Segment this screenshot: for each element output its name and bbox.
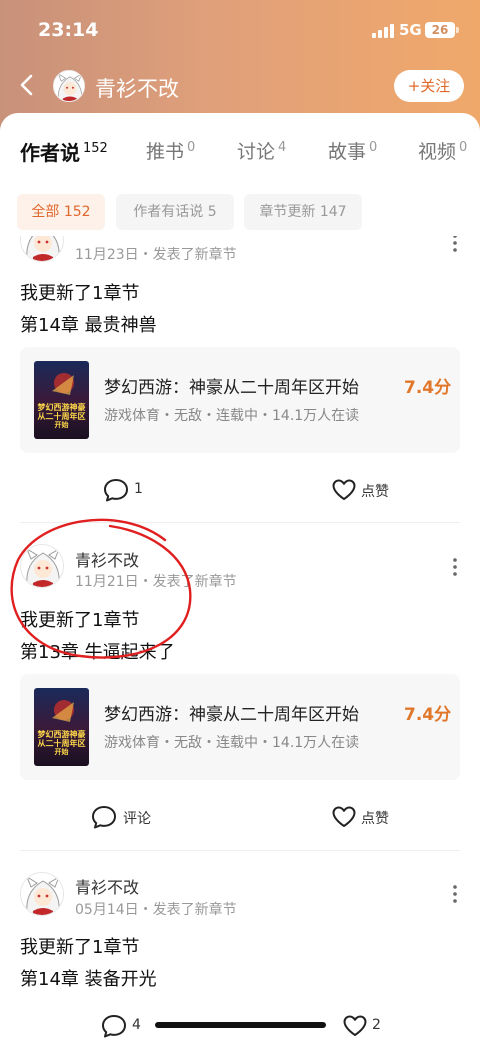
tab-recommend[interactable]: 推书 0 (146, 137, 195, 164)
post-author-name[interactable]: 青衫不改 (75, 874, 139, 898)
more-options-icon[interactable] (448, 556, 462, 578)
avatar-illustration-icon (21, 236, 63, 261)
author-name-title: 青衫不改 (95, 77, 179, 101)
author-avatar[interactable] (53, 70, 85, 102)
home-indicator[interactable] (155, 1022, 326, 1028)
post-text-line: 我更新了1章节 (20, 937, 140, 958)
post-meta: 11月21日・发表了新章节 (75, 574, 237, 590)
tab-author-says[interactable]: 作者说 152 (20, 137, 108, 166)
divider (20, 850, 460, 851)
post-chapter-line: 第13章 牛逼起来了 (20, 642, 175, 663)
heart-icon (343, 1015, 367, 1036)
avatar-illustration-icon (54, 71, 84, 101)
post-avatar[interactable] (20, 236, 64, 262)
post-chapter-line: 第14章 最贵神兽 (20, 315, 157, 336)
battery-tip (456, 27, 459, 33)
avatar-illustration-icon (21, 873, 63, 915)
cover-title-3: 开始 (54, 421, 69, 429)
cover-title-1: 梦幻西游神豪 (37, 730, 86, 739)
tab-count: 4 (278, 139, 287, 155)
heart-icon (332, 479, 356, 500)
comment-button[interactable]: 4 (101, 1013, 151, 1039)
book-info: 游戏体育・无敌・连载中・14.1万人在读 (104, 408, 360, 424)
like-button[interactable]: 点赞 (331, 477, 401, 503)
book-card[interactable]: 梦幻西游神豪 从二十周年区 开始 梦幻西游：神豪从二十周年区开始 游戏体育・无敌… (20, 347, 460, 453)
like-label: 点赞 (361, 811, 389, 827)
tab-label: 作者说 (20, 141, 80, 165)
cover-title-2: 从二十周年区 (37, 739, 86, 748)
post-avatar[interactable] (20, 544, 64, 588)
more-options-icon[interactable] (448, 236, 462, 254)
book-title: 梦幻西游：神豪从二十周年区开始 (104, 378, 359, 398)
tab-video[interactable]: 视频 0 (418, 137, 467, 164)
like-count: 2 (372, 1017, 381, 1033)
comment-label: 评论 (123, 811, 151, 827)
tab-count: 0 (369, 139, 378, 155)
cover-title-3: 开始 (54, 748, 69, 756)
tab-count: 152 (83, 141, 108, 157)
tab-bar: 作者说 152 推书 0 讨论 4 故事 0 视频 0 (0, 137, 480, 173)
book-cover: 梦幻西游神豪 从二十周年区 开始 (34, 361, 89, 439)
book-score: 7.4分 (404, 378, 452, 398)
cover-title-1: 梦幻西游神豪 (37, 403, 86, 412)
tab-discussion[interactable]: 讨论 4 (237, 137, 286, 164)
tab-label: 推书 (146, 141, 185, 163)
like-button[interactable]: 点赞 (331, 804, 401, 830)
chip-all[interactable]: 全部 152 (17, 194, 105, 230)
post-text-line: 我更新了1章节 (20, 283, 140, 304)
more-options-icon[interactable] (448, 883, 462, 905)
tab-label: 故事 (328, 141, 367, 163)
post-text-line: 我更新了1章节 (20, 610, 140, 631)
post-meta: 05月14日・发表了新章节 (75, 902, 237, 918)
post-avatar[interactable] (20, 872, 64, 916)
post-chapter-line: 第14章 装备开光 (20, 969, 157, 990)
heart-icon (332, 806, 356, 827)
signal-icon (372, 24, 394, 38)
like-button[interactable]: 2 (342, 1013, 392, 1039)
tab-count: 0 (459, 139, 468, 155)
divider (20, 522, 460, 523)
book-title: 梦幻西游：神豪从二十周年区开始 (104, 705, 359, 725)
nav-bar: 青衫不改 +关注 (0, 60, 480, 112)
comment-count: 4 (132, 1017, 141, 1033)
comment-button[interactable]: 1 (103, 477, 163, 503)
battery-icon: 26 (425, 22, 455, 38)
follow-button[interactable]: +关注 (394, 70, 464, 102)
filter-chips: 全部 152 作者有话说 5 章节更新 147 (0, 194, 480, 230)
tab-label: 讨论 (237, 141, 276, 163)
chip-chapter-updates[interactable]: 章节更新 147 (244, 194, 362, 230)
back-arrow-icon[interactable] (14, 72, 40, 98)
book-card[interactable]: 梦幻西游神豪 从二十周年区 开始 梦幻西游：神豪从二十周年区开始 游戏体育・无敌… (20, 674, 460, 780)
comment-icon (102, 1015, 126, 1038)
cover-title-2: 从二十周年区 (37, 412, 86, 421)
comment-button[interactable]: 评论 (91, 804, 161, 830)
network-type: 5G (399, 21, 422, 39)
book-cover: 梦幻西游神豪 从二十周年区 开始 (34, 688, 89, 766)
avatar-illustration-icon (21, 545, 63, 587)
comment-icon (104, 479, 128, 502)
tab-count: 0 (187, 139, 196, 155)
post-author-name[interactable]: 青衫不改 (75, 547, 139, 571)
comment-icon (92, 806, 116, 829)
tab-label: 视频 (418, 141, 457, 163)
comment-count: 1 (134, 481, 143, 497)
book-info: 游戏体育・无敌・连载中・14.1万人在读 (104, 735, 360, 751)
status-time: 23:14 (38, 19, 99, 41)
like-label: 点赞 (361, 484, 389, 500)
tab-story[interactable]: 故事 0 (328, 137, 377, 164)
chip-author-notes[interactable]: 作者有话说 5 (116, 194, 234, 230)
book-score: 7.4分 (404, 705, 452, 725)
post-meta: 11月23日・发表了新章节 (75, 247, 237, 263)
status-bar: 23:14 5G 26 (0, 0, 480, 56)
